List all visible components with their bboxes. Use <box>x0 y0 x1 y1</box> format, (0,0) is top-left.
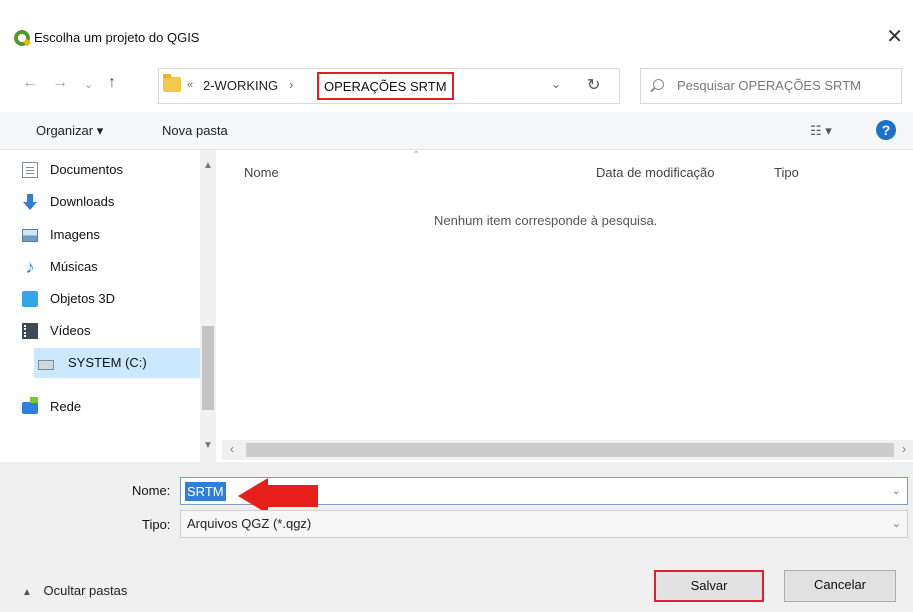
window-title: Escolha um projeto do QGIS <box>34 30 200 45</box>
navigation-pane: Documentos Downloads Imagens ♪ Músicas O… <box>22 150 222 462</box>
title-bar: Escolha um projeto do QGIS ✕ <box>0 0 913 58</box>
scroll-left-icon[interactable]: ‹ <box>230 442 234 456</box>
column-header-name[interactable]: Nome <box>244 165 279 180</box>
help-icon[interactable]: ? <box>876 120 896 140</box>
sidebar-item-rede[interactable]: Rede <box>22 392 82 422</box>
view-options-icon[interactable]: ☷ ▾ <box>810 123 832 139</box>
file-type-dropdown-icon[interactable]: ⌄ <box>892 517 901 530</box>
caret-up-icon: ▲ <box>22 587 32 598</box>
file-name-value[interactable]: SRTM <box>185 482 226 501</box>
sidebar-item-label: Vídeos <box>50 323 91 338</box>
horizontal-scrollbar[interactable]: ‹ › <box>222 440 913 460</box>
documents-icon <box>22 162 38 178</box>
empty-list-message: Nenhum item corresponde à pesquisa. <box>434 213 658 228</box>
breadcrumb-separator[interactable]: › <box>289 77 293 92</box>
sidebar-item-label: SYSTEM (C:) <box>68 355 147 370</box>
sidebar-item-label: Objetos 3D <box>50 291 116 306</box>
new-folder-button[interactable]: Nova pasta <box>162 123 228 138</box>
images-icon <box>22 229 38 242</box>
breadcrumb-operacoes-srtm[interactable]: OPERAÇÕES SRTM <box>317 72 454 100</box>
scroll-up-icon[interactable]: ▲ <box>203 160 213 171</box>
scrollbar-thumb[interactable] <box>202 326 214 410</box>
save-form: Nome: SRTM ⌄ Tipo: Arquivos QGZ (*.qgz) … <box>0 462 913 612</box>
organize-menu-button[interactable]: Organizar ▾ <box>36 123 103 139</box>
sidebar-item-objetos-3d[interactable]: Objetos 3D <box>22 284 116 314</box>
network-icon <box>22 397 38 414</box>
toolbar: Organizar ▾ Nova pasta ☷ ▾ ? <box>0 112 913 150</box>
refresh-icon[interactable]: ↻ <box>587 75 600 95</box>
hide-folders-toggle[interactable]: ▲ Ocultar pastas <box>22 583 127 598</box>
file-name-dropdown-icon[interactable]: ⌄ <box>892 484 901 497</box>
breadcrumb-2-working[interactable]: 2-WORKING <box>203 78 278 93</box>
back-arrow-icon[interactable]: ← <box>22 74 38 92</box>
file-list[interactable]: ⌃ Nome Data de modificação Tipo Nenhum i… <box>222 150 913 440</box>
hide-folders-label: Ocultar pastas <box>43 583 128 598</box>
column-header-date[interactable]: Data de modificação <box>596 165 715 180</box>
sort-arrow-icon: ⌃ <box>412 150 421 161</box>
search-placeholder: Pesquisar OPERAÇÕES SRTM <box>677 78 861 93</box>
breadcrumb-overflow[interactable]: « <box>187 79 193 91</box>
objects-3d-icon <box>22 291 38 307</box>
sidebar-item-label: Imagens <box>50 227 100 242</box>
red-arrow-annotation <box>238 478 318 514</box>
scroll-right-icon[interactable]: › <box>902 442 906 456</box>
videos-icon <box>22 323 40 339</box>
cancel-button[interactable]: Cancelar <box>784 570 896 602</box>
sidebar-item-downloads[interactable]: Downloads <box>23 187 115 217</box>
address-bar[interactable]: « 2-WORKING › OPERAÇÕES SRTM ⌄ ↻ <box>158 68 620 104</box>
search-box[interactable]: Pesquisar OPERAÇÕES SRTM <box>640 68 902 104</box>
forward-arrow-icon[interactable]: → <box>52 74 68 92</box>
qgis-logo-icon <box>14 30 31 47</box>
search-icon <box>653 79 664 90</box>
file-type-label: Tipo: <box>142 517 171 532</box>
navigation-pane-scrollbar[interactable]: ▲ ▼ <box>200 150 216 462</box>
file-name-label: Nome: <box>132 483 171 498</box>
sidebar-item-documentos[interactable]: Documentos <box>22 155 123 185</box>
column-header-type[interactable]: Tipo <box>774 165 799 180</box>
address-dropdown-icon[interactable]: ⌄ <box>551 77 561 91</box>
sidebar-item-label: Rede <box>50 399 82 414</box>
sidebar-item-label: Downloads <box>50 194 115 209</box>
music-icon: ♪ <box>25 257 35 277</box>
file-type-select[interactable]: Arquivos QGZ (*.qgz) ⌄ <box>180 510 908 538</box>
close-icon[interactable]: ✕ <box>886 24 903 49</box>
file-type-value: Arquivos QGZ (*.qgz) <box>187 516 312 531</box>
up-arrow-icon[interactable]: ↑ <box>108 74 116 92</box>
drive-icon <box>38 360 54 370</box>
sidebar-item-musicas[interactable]: ♪ Músicas <box>26 252 98 282</box>
downloads-icon <box>22 194 38 210</box>
recent-locations-chevron-icon[interactable]: ⌄ <box>84 78 93 91</box>
scroll-down-icon[interactable]: ▼ <box>203 440 213 451</box>
folder-icon <box>163 74 181 92</box>
scrollbar-thumb[interactable] <box>246 443 894 457</box>
save-button[interactable]: Salvar <box>654 570 764 602</box>
sidebar-item-label: Documentos <box>50 162 123 177</box>
sidebar-item-system-c[interactable]: SYSTEM (C:) <box>34 348 200 378</box>
sidebar-item-videos[interactable]: Vídeos <box>22 316 91 346</box>
sidebar-item-imagens[interactable]: Imagens <box>22 220 100 250</box>
navigation-bar: ← → ⌄ ↑ « 2-WORKING › OPERAÇÕES SRTM ⌄ ↻… <box>0 62 913 108</box>
sidebar-item-label: Músicas <box>50 259 98 274</box>
